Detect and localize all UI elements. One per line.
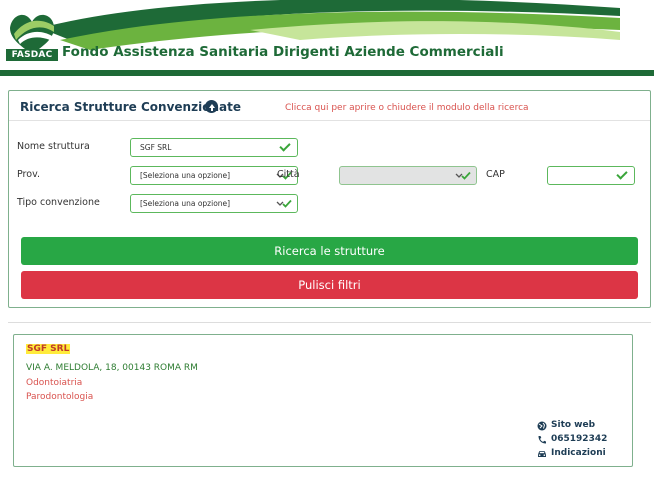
- tipo-convenzione-label: Tipo convenzione: [17, 197, 100, 208]
- website-label: Sito web: [551, 420, 596, 430]
- arrow-up-circle-icon[interactable]: [205, 100, 218, 113]
- site-header: FASDAC Fondo Assistenza Sanitaria Dirige…: [0, 0, 654, 76]
- car-icon: [538, 451, 546, 457]
- result-specialty: Parodontologia: [26, 392, 94, 402]
- site-title: Fondo Assistenza Sanitaria Dirigenti Azi…: [62, 44, 504, 60]
- result-name: SGF SRL: [26, 344, 71, 354]
- clear-filters-button[interactable]: Pulisci filtri: [21, 271, 638, 299]
- globe-icon: [537, 421, 547, 431]
- result-address: VIA A. MELDOLA, 18, 00143 ROMA RM: [26, 363, 198, 373]
- nome-struttura-input[interactable]: SGF SRL: [130, 138, 298, 157]
- check-icon: [616, 168, 628, 180]
- citta-label: Città: [277, 169, 300, 180]
- directions-label: Indicazioni: [551, 448, 606, 458]
- logo-wordmark: FASDAC: [6, 49, 58, 61]
- phone-icon: [538, 436, 546, 444]
- section-divider: [8, 322, 651, 323]
- tipo-convenzione-value: [Seleziona una opzione]: [140, 199, 231, 208]
- prov-label: Prov.: [17, 169, 40, 180]
- search-panel: Ricerca Strutture Convenzionate Clicca q…: [8, 90, 651, 308]
- phone-label: 065192342: [551, 434, 608, 444]
- check-icon: [279, 140, 291, 152]
- cap-input[interactable]: [547, 166, 635, 185]
- search-panel-header[interactable]: Ricerca Strutture Convenzionate Clicca q…: [9, 91, 650, 121]
- search-button[interactable]: Ricerca le strutture: [21, 237, 638, 265]
- toggle-search-hint[interactable]: Clicca qui per aprire o chiudere il modu…: [285, 103, 529, 113]
- result-specialty: Odontoiatria: [26, 378, 83, 388]
- citta-select[interactable]: [339, 166, 477, 185]
- tipo-convenzione-select[interactable]: [Seleziona una opzione]: [130, 194, 298, 213]
- nome-struttura-value: SGF SRL: [140, 143, 172, 152]
- chevron-check-icon: [276, 199, 292, 208]
- header-bar: [0, 70, 654, 76]
- result-card: SGF SRL VIA A. MELDOLA, 18, 00143 ROMA R…: [13, 334, 633, 467]
- chevron-check-icon: [455, 171, 471, 180]
- cap-label: CAP: [486, 169, 505, 180]
- nome-struttura-label: Nome struttura: [17, 141, 90, 152]
- prov-value: [Seleziona una opzione]: [140, 171, 231, 180]
- prov-select[interactable]: [Seleziona una opzione]: [130, 166, 298, 185]
